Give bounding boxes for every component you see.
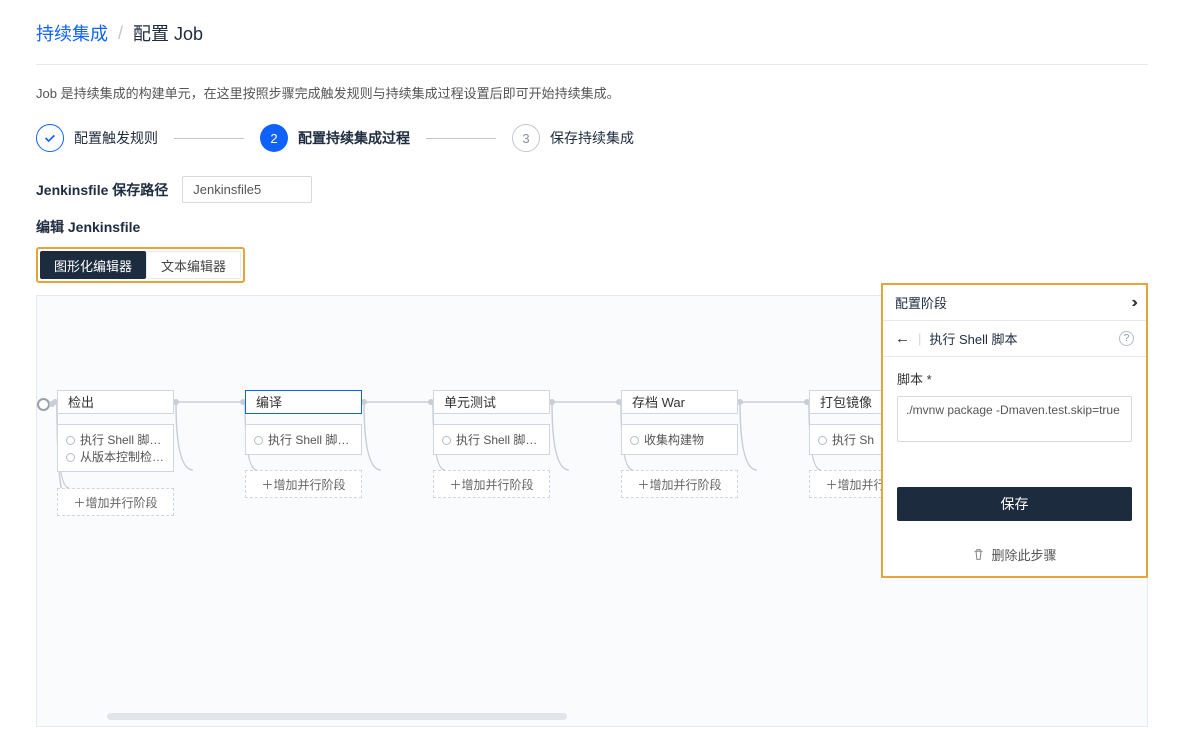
stage-step-item[interactable]: 执行 Shell 脚本... [254, 431, 353, 448]
delete-step-label: 删除此步骤 [991, 545, 1056, 564]
stage-header[interactable]: 检出 [57, 390, 174, 414]
breadcrumb-sep: / [118, 23, 123, 44]
stage-step-item[interactable]: 执行 Shell 脚本... [442, 431, 541, 448]
radio-icon [818, 436, 827, 445]
editor-tabs: 图形化编辑器 文本编辑器 [36, 247, 245, 283]
stage-steps-box[interactable]: 收集构建物 [621, 424, 738, 455]
tab-text-editor[interactable]: 文本编辑器 [146, 251, 241, 279]
stage-steps-box[interactable]: 执行 Shell 脚本... [433, 424, 550, 455]
stage-step-item[interactable]: 收集构建物 [630, 431, 729, 448]
pipeline-start-node [37, 398, 50, 411]
stage-step-item[interactable]: 执行 Shell 脚本... [66, 431, 165, 448]
back-arrow-icon[interactable]: ← [895, 330, 910, 347]
script-input[interactable] [897, 396, 1132, 442]
check-icon [36, 124, 64, 152]
step-3-num: 3 [512, 124, 540, 152]
stage-step-item[interactable]: 从版本控制检出... [66, 448, 165, 465]
radio-icon [66, 436, 75, 445]
stage-header[interactable]: 单元测试 [433, 390, 550, 414]
step-3-label: 保存持续集成 [550, 128, 634, 148]
breadcrumb-current: 配置 Job [133, 20, 203, 46]
step-connector [426, 138, 496, 139]
step-2-num: 2 [260, 124, 288, 152]
script-label: 脚本 * [897, 369, 1132, 388]
step-indicator: 配置触发规则 2 配置持续集成过程 3 保存持续集成 [36, 124, 1148, 152]
stage-steps-box[interactable]: 执行 Shell 脚本... [245, 424, 362, 455]
save-button[interactable]: 保存 [897, 487, 1132, 521]
add-parallel-stage-button[interactable]: ＋增加并行阶段 [57, 488, 174, 516]
page-description: Job 是持续集成的构建单元，在这里按照步骤完成触发规则与持续集成过程设置后即可… [36, 83, 1148, 102]
tab-graphic-editor[interactable]: 图形化编辑器 [40, 251, 146, 279]
stage-config-panel: 配置阶段 ›› ← | 执行 Shell 脚本 ? 脚本 * 保存 删除此步骤 [881, 283, 1148, 578]
add-parallel-stage-button[interactable]: ＋增加并行阶段 [245, 470, 362, 498]
step-3[interactable]: 3 保存持续集成 [512, 124, 634, 152]
jenkinsfile-path-label: Jenkinsfile 保存路径 [36, 180, 168, 200]
radio-icon [254, 436, 263, 445]
panel-title: 配置阶段 [895, 293, 947, 312]
step-1-label: 配置触发规则 [74, 128, 158, 148]
radio-icon [66, 453, 75, 462]
radio-icon [442, 436, 451, 445]
stage-steps-box[interactable]: 执行 Shell 脚本...从版本控制检出... [57, 424, 174, 472]
step-2[interactable]: 2 配置持续集成过程 [260, 124, 410, 152]
panel-subtitle: 执行 Shell 脚本 [929, 329, 1017, 348]
help-icon[interactable]: ? [1119, 331, 1134, 346]
stage-header[interactable]: 编译 [245, 390, 362, 414]
collapse-icon[interactable]: ›› [1131, 294, 1134, 312]
step-1[interactable]: 配置触发规则 [36, 124, 158, 152]
delete-step-button[interactable]: 删除此步骤 [883, 533, 1146, 576]
radio-icon [630, 436, 639, 445]
edit-jenkinsfile-label: 编辑 Jenkinsfile [36, 217, 1148, 237]
divider [36, 64, 1148, 65]
jenkinsfile-path-input[interactable] [182, 176, 312, 203]
add-parallel-stage-button[interactable]: ＋增加并行阶段 [621, 470, 738, 498]
stage-header[interactable]: 存档 War [621, 390, 738, 414]
horizontal-scrollbar[interactable] [107, 713, 567, 720]
breadcrumb-parent[interactable]: 持续集成 [36, 20, 108, 46]
add-parallel-stage-button[interactable]: ＋增加并行阶段 [433, 470, 550, 498]
step-2-label: 配置持续集成过程 [298, 128, 410, 148]
trash-icon [972, 548, 985, 561]
breadcrumb: 持续集成 / 配置 Job [36, 20, 1148, 46]
step-connector [174, 138, 244, 139]
